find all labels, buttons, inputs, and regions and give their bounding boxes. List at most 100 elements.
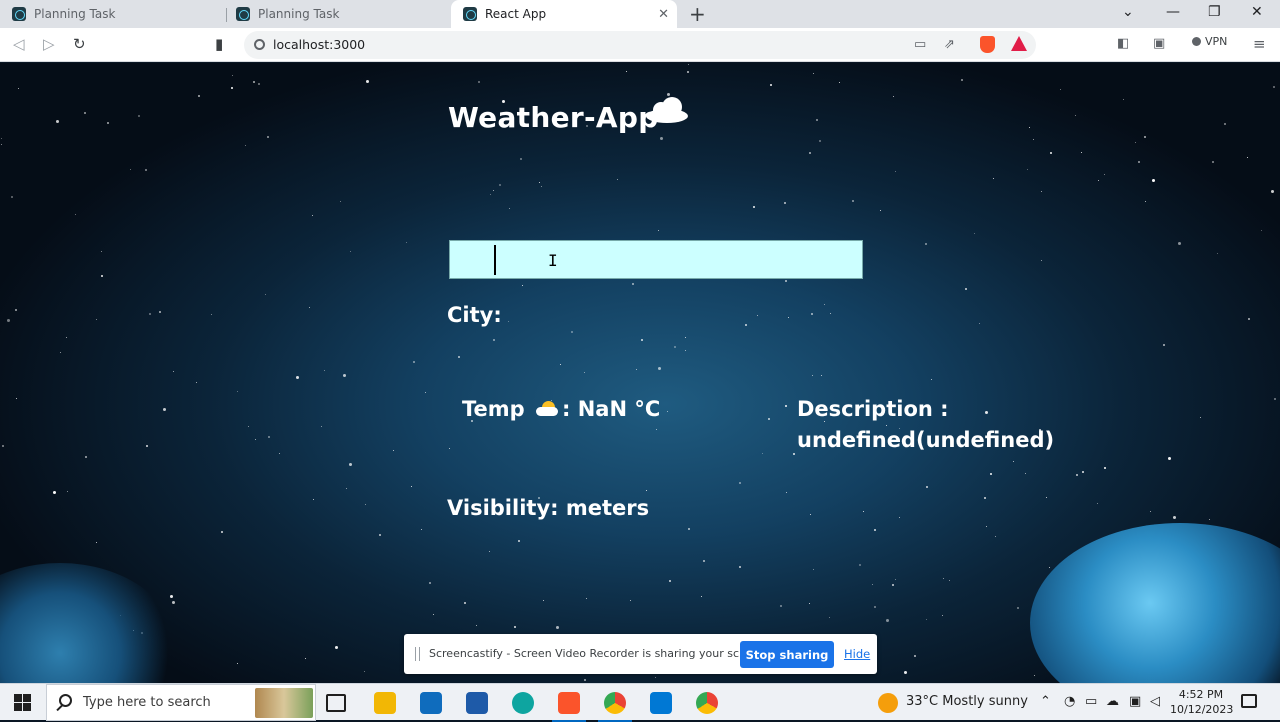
star [703,560,705,562]
star [925,243,927,245]
star [810,514,811,515]
network-icon[interactable]: ◔ [1064,694,1075,709]
star [379,534,381,536]
star [1212,161,1214,163]
address-bar[interactable]: localhost:3000 ▭ ⇗ [244,31,1036,59]
star [753,206,755,208]
brave-shield-icon[interactable] [980,36,995,53]
star [101,251,102,252]
star [349,463,352,466]
star [1123,99,1124,100]
star [149,313,151,315]
star [163,408,166,411]
star [258,83,260,85]
taskbar-clock[interactable]: 4:52 PM 10/12/2023 [1170,687,1233,717]
star [739,482,741,484]
star [1247,157,1248,158]
battery-icon[interactable]: ▭ [1085,694,1097,709]
wallet-icon[interactable]: ▣ [1153,36,1165,51]
back-icon[interactable]: ◁ [13,35,25,53]
file-explorer-icon[interactable] [374,692,396,714]
star [366,80,369,83]
restore-button[interactable]: ❐ [1208,4,1221,20]
volume-icon[interactable]: ◁ [1150,694,1160,709]
drag-handle-icon[interactable] [415,647,420,661]
forward-icon[interactable]: ▷ [43,35,55,53]
star [1152,179,1155,182]
store-icon[interactable] [466,692,488,714]
brave-browser-icon[interactable] [552,692,586,722]
hide-link[interactable]: Hide [844,647,870,661]
city-label: City: [447,303,502,327]
description-value: undefined(undefined) [797,428,1055,452]
vpn-button[interactable]: VPN [1192,35,1227,48]
onedrive-icon[interactable]: ☁ [1106,694,1119,709]
star [309,307,310,308]
tab-planning-task-1[interactable]: Planning Task [0,0,226,28]
star [943,578,944,579]
star [821,375,822,376]
reload-icon[interactable]: ↻ [73,35,86,53]
tab-planning-task-2[interactable]: Planning Task [224,0,452,28]
chrome-icon[interactable] [598,692,632,722]
star [1098,180,1099,181]
star [942,615,943,616]
edge-icon[interactable] [512,692,534,714]
sun-cloud-icon [534,401,560,419]
text-caret [494,245,496,275]
share-icon[interactable]: ⇗ [944,37,955,52]
minimize-button[interactable]: — [1166,4,1180,20]
star [674,346,676,348]
notification-icon[interactable] [1241,694,1257,708]
star [985,411,988,414]
star [1027,169,1028,170]
meet-now-icon[interactable]: ▣ [1129,694,1141,709]
taskbar-search-box[interactable]: Type here to search [46,684,316,721]
star [895,171,896,172]
city-search-input[interactable] [449,240,863,279]
star [312,215,313,216]
star [267,136,269,138]
sidebar-icon[interactable]: ◧ [1117,36,1129,51]
star [1209,519,1210,520]
star [872,584,873,585]
star [493,339,495,341]
text-cursor-icon: I [548,251,558,270]
menu-icon[interactable]: ≡ [1253,35,1266,53]
weather-sun-icon[interactable] [878,693,898,713]
bookmark-icon[interactable]: ▮ [215,35,223,53]
stop-sharing-button[interactable]: Stop sharing [740,641,834,668]
star [1,144,2,145]
task-view-icon[interactable] [326,694,346,712]
star [949,580,950,581]
tab-react-app[interactable]: React App ✕ [451,0,677,28]
star [85,456,87,458]
star [1041,191,1042,192]
windows-logo-icon[interactable] [14,694,31,711]
star [255,439,256,440]
brave-rewards-icon[interactable] [1011,36,1027,51]
info-icon[interactable] [254,39,265,50]
chrome-icon-2[interactable] [696,692,718,714]
star [667,93,670,96]
taskbar-weather[interactable]: 33°C Mostly sunny [906,694,1028,709]
star [669,580,671,582]
close-icon[interactable]: ✕ [658,7,669,22]
star [1081,152,1082,153]
tab-search-button[interactable]: ⌄ [1122,4,1134,20]
cast-icon[interactable]: ▭ [914,37,926,52]
star [895,579,896,580]
vscode-icon[interactable] [650,692,672,714]
star [819,140,821,142]
star [874,529,876,531]
mail-icon[interactable] [420,692,442,714]
star [1217,253,1218,254]
chevron-up-icon[interactable]: ⌃ [1040,694,1051,709]
new-tab-button[interactable]: + [689,2,706,26]
star [16,398,17,399]
star [571,331,573,333]
star [508,321,509,322]
windows-taskbar: Type here to search 33°C Mostly sunny ⌃ … [0,683,1280,722]
close-window-button[interactable]: ✕ [1251,4,1263,20]
temperature-display: Temp : NaN °C [462,397,660,421]
